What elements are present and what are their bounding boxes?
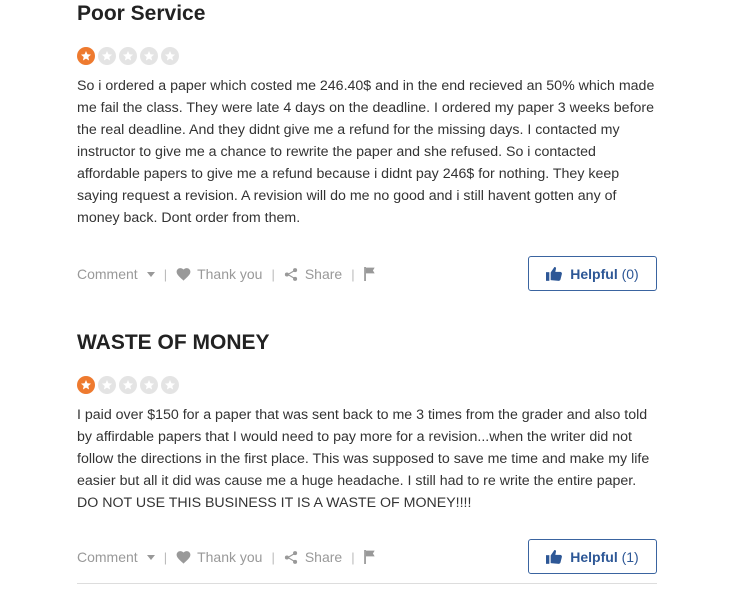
star-rating: [77, 47, 657, 65]
divider: [77, 583, 657, 584]
comment-button[interactable]: Comment: [77, 266, 155, 282]
chevron-down-icon: [146, 271, 155, 277]
comment-label: Comment: [77, 549, 138, 565]
star-empty-icon: [140, 47, 158, 65]
separator: |: [351, 549, 355, 565]
review-actions: Comment | Thank you | Share | Helpful (1…: [77, 539, 657, 575]
thumbs-up-icon: [546, 267, 563, 281]
star-empty-icon: [98, 47, 116, 65]
review-title: WASTE OF MONEY: [77, 331, 270, 354]
share-button[interactable]: Share: [284, 266, 342, 282]
helpful-button[interactable]: Helpful (0): [528, 256, 657, 291]
flag-icon: [363, 550, 375, 564]
separator: |: [271, 266, 275, 282]
separator: |: [351, 266, 355, 282]
separator: |: [271, 549, 275, 565]
star-empty-icon: [119, 47, 137, 65]
share-icon: [284, 267, 297, 281]
report-button[interactable]: [363, 550, 376, 564]
heart-icon: [176, 551, 191, 564]
helpful-label: Helpful: [570, 548, 618, 565]
chevron-down-icon: [146, 554, 155, 560]
thank-you-button[interactable]: Thank you: [176, 266, 262, 282]
star-empty-icon: [140, 376, 158, 394]
share-label: Share: [304, 266, 343, 282]
share-label: Share: [304, 549, 343, 565]
thank-you-label: Thank you: [197, 266, 263, 282]
review-actions: Comment | Thank you | Share | Helpful (0…: [77, 256, 657, 292]
review-card: WASTE OF MONEY I paid over $150 for a pa…: [77, 329, 657, 574]
comment-label: Comment: [77, 266, 138, 282]
review-body: I paid over $150 for a paper that was se…: [77, 407, 650, 511]
share-icon: [284, 550, 297, 564]
star-rating: [77, 376, 657, 394]
star-filled-icon: [77, 376, 95, 394]
star-empty-icon: [98, 376, 116, 394]
flag-icon: [363, 267, 375, 281]
helpful-count: (0): [621, 265, 639, 282]
share-button[interactable]: Share: [284, 549, 342, 565]
thank-you-label: Thank you: [197, 549, 263, 565]
thumbs-up-icon: [546, 550, 563, 564]
star-empty-icon: [161, 47, 179, 65]
helpful-count: (1): [621, 548, 639, 565]
separator: |: [163, 549, 168, 565]
review-body: So i ordered a paper which costed me 246…: [77, 78, 655, 226]
comment-button[interactable]: Comment: [77, 549, 155, 565]
helpful-label: Helpful: [570, 265, 618, 282]
star-empty-icon: [119, 376, 137, 394]
separator: |: [163, 266, 168, 282]
helpful-button[interactable]: Helpful (1): [528, 539, 657, 574]
heart-icon: [176, 268, 191, 281]
review-title: Poor Service: [77, 2, 206, 25]
review-card: Poor Service So i ordered a paper which …: [77, 0, 657, 291]
thank-you-button[interactable]: Thank you: [176, 549, 262, 565]
star-empty-icon: [161, 376, 179, 394]
report-button[interactable]: [363, 267, 376, 281]
star-filled-icon: [77, 47, 95, 65]
